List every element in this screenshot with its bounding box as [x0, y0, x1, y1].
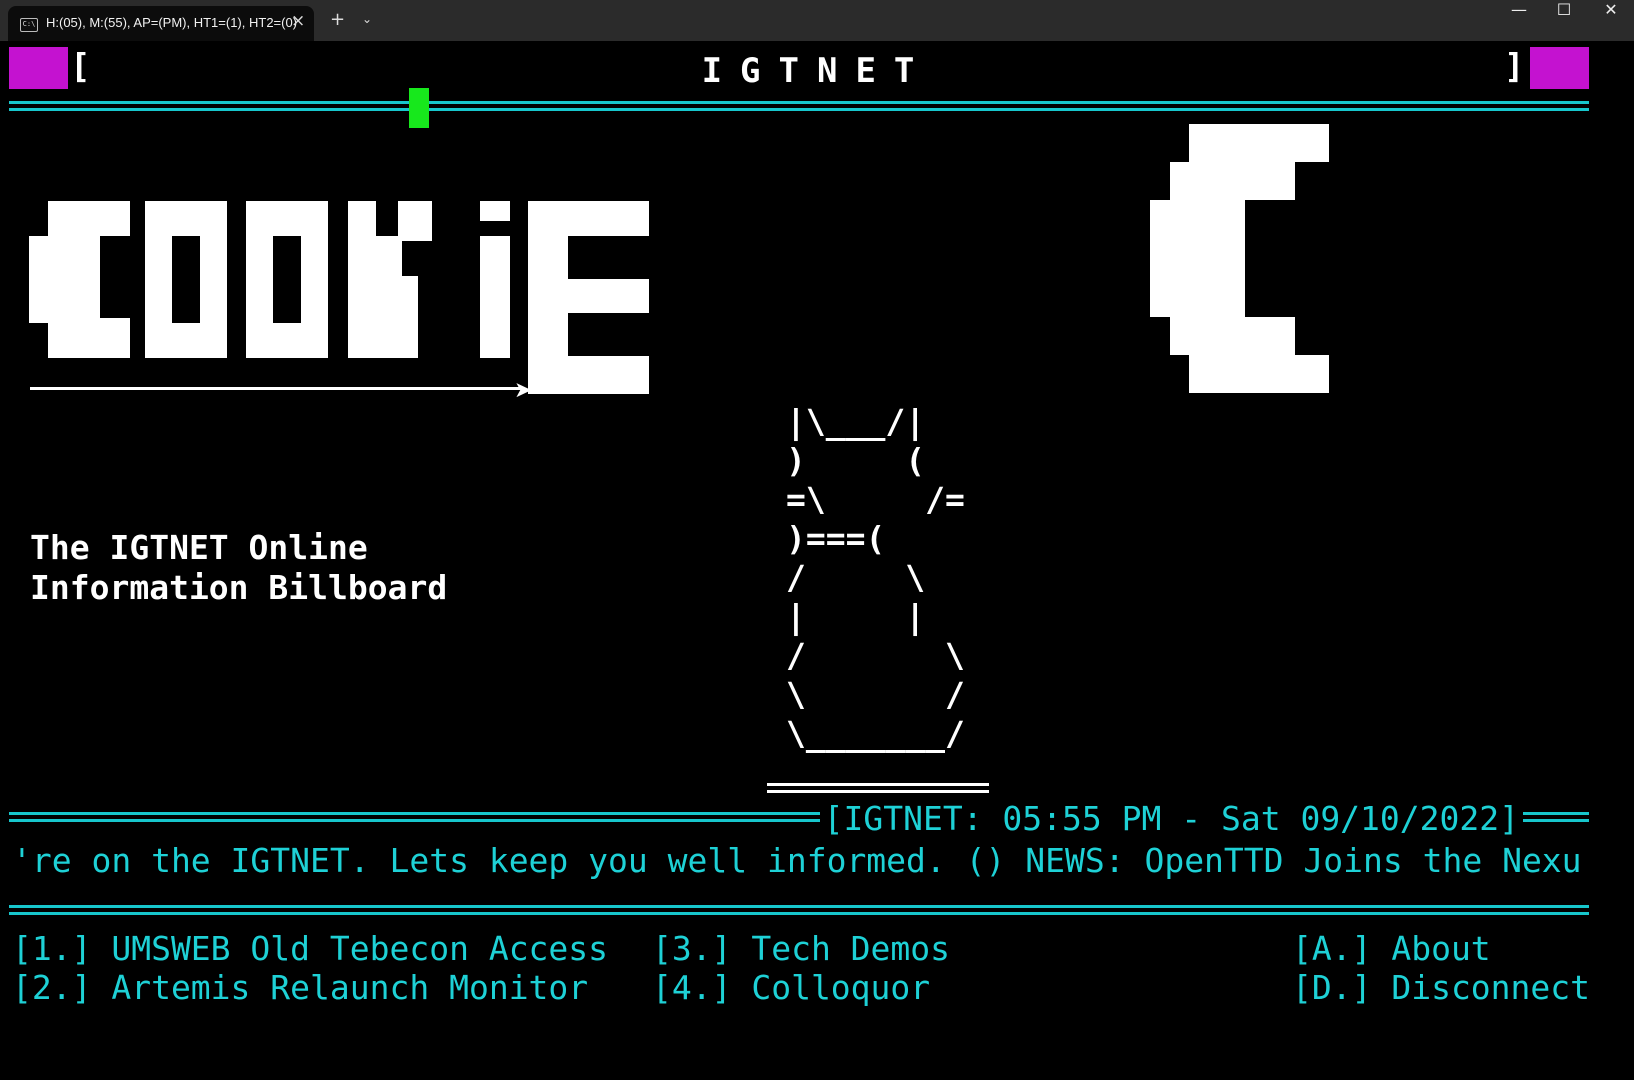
news-ticker: 're on the IGTNET. Lets keep you well in…	[12, 841, 1582, 880]
text-cursor	[409, 88, 429, 128]
minimize-button[interactable]: —	[1496, 0, 1542, 41]
status-clock: [IGTNET: 05:55 PM - Sat 09/10/2022]	[819, 799, 1523, 838]
menu-item-2[interactable]: [2.] Artemis Relaunch Monitor	[12, 968, 588, 1007]
header-title: IGTNET	[701, 51, 933, 91]
header-divider	[9, 101, 1589, 111]
menu-divider	[9, 905, 1589, 915]
menu-item-1[interactable]: [1.] UMSWEB Old Tebecon Access	[12, 929, 608, 968]
cat-ascii-art: |\___/| ) ( =\ /= )===( / \ | | / \ \ / …	[786, 402, 965, 753]
header-right-bracket: ]	[1504, 47, 1525, 87]
cat-base-line	[767, 783, 989, 793]
menu-item-about[interactable]: [A.] About	[1292, 929, 1491, 968]
close-tab-icon[interactable]: ×	[291, 11, 305, 31]
chevron-down-icon[interactable]: ⌄	[362, 12, 372, 26]
arrow-head-icon: ➤	[514, 378, 533, 403]
logo-underline-arrow	[30, 387, 520, 390]
close-window-button[interactable]: ✕	[1588, 0, 1634, 41]
status-bar: [IGTNET: 05:55 PM - Sat 09/10/2022]	[9, 799, 1589, 841]
menu-item-disconnect[interactable]: [D.] Disconnect	[1292, 968, 1590, 1007]
tab-title: H:(05), M:(55), AP=(PM), HT1=(1), HT2=(0…	[46, 15, 298, 30]
new-tab-button[interactable]: +	[330, 9, 345, 30]
terminal-tab[interactable]: C:\ H:(05), M:(55), AP=(PM), HT1=(1), HT…	[8, 6, 314, 41]
terminal-icon: C:\	[20, 18, 38, 32]
terminal-screen[interactable]: [ IGTNET ] ➤ The IGTNET Online Informati…	[0, 41, 1634, 1080]
maximize-button[interactable]: ☐	[1541, 0, 1587, 41]
billboard-subtitle: The IGTNET Online Information Billboard	[30, 528, 448, 607]
magenta-block-right	[1530, 47, 1589, 89]
menu-item-3[interactable]: [3.] Tech Demos	[652, 929, 950, 968]
menu-item-4[interactable]: [4.] Colloquor	[652, 968, 930, 1007]
window-titlebar: C:\ H:(05), M:(55), AP=(PM), HT1=(1), HT…	[0, 0, 1634, 42]
